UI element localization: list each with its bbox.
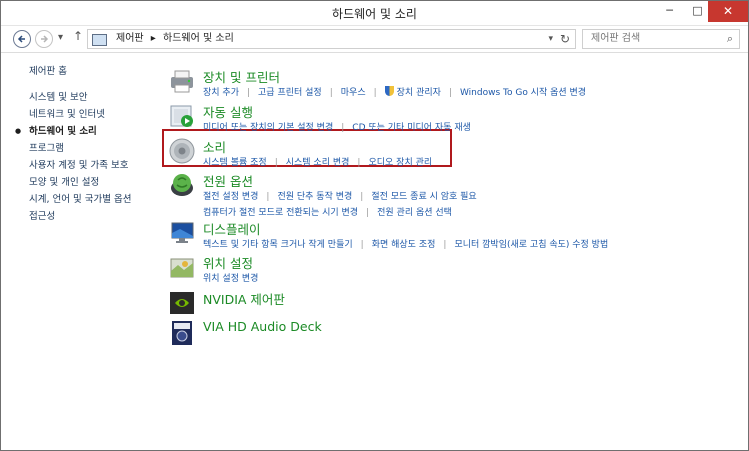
link-require-password[interactable]: 절전 모드 종료 시 암호 필요 <box>371 192 476 202</box>
category-title[interactable]: 소리 <box>203 137 226 156</box>
link-power-button[interactable]: 전원 단추 동작 변경 <box>277 192 352 202</box>
category-title[interactable]: 디스플레이 <box>203 219 261 238</box>
link-advanced-printer[interactable]: 고급 프린터 설정 <box>258 88 322 98</box>
category-links: 위치 설정 변경 <box>203 271 258 287</box>
category-links: 장치 추가 | 고급 프린터 설정 | 마우스 | 장치 관리자 | Windows To Go… <box>203 86 587 98</box>
link-text-size[interactable]: 텍스트 및 기타 항목 크거나 작게 만들기 <box>203 240 353 250</box>
refresh-icon[interactable]: ↻ <box>560 30 570 48</box>
autoplay-icon <box>170 105 193 127</box>
forward-arrow-icon <box>41 35 49 43</box>
category-links: 시스템 볼륨 조정 | 시스템 소리 변경 | 오디오 장치 관리 <box>203 158 433 168</box>
via-audio-icon <box>172 321 192 345</box>
link-manage-audio[interactable]: 오디오 장치 관리 <box>368 158 432 168</box>
location-icon <box>170 258 194 278</box>
recent-locations-button[interactable]: ▾ <box>58 32 63 43</box>
speaker-icon <box>169 138 195 164</box>
sidebar-item-appearance[interactable]: 모양 및 개인 설정 <box>29 174 159 191</box>
forward-button[interactable] <box>35 30 53 48</box>
close-button[interactable]: ✕ <box>708 1 748 22</box>
link-refresh-rate[interactable]: 모니터 깜박임(새로 고침 속도) 수정 방법 <box>454 240 608 250</box>
category-links: 미디어 또는 장치의 기본 설정 변경 | CD 또는 기타 미디어 자동 재생 <box>203 123 471 133</box>
link-sleep-timing[interactable]: 컴퓨터가 절전 모드로 전환되는 시기 변경 <box>203 208 358 218</box>
sidebar-item-system-security[interactable]: 시스템 및 보안 <box>29 89 159 106</box>
link-mouse[interactable]: 마우스 <box>341 88 366 98</box>
title-bar: 하드웨어 및 소리 ─ □ ✕ <box>1 1 748 26</box>
breadcrumb-control-panel[interactable]: 제어판 <box>116 33 144 44</box>
link-power-plan[interactable]: 전원 관리 옵션 선택 <box>377 208 452 218</box>
power-icon <box>171 174 193 196</box>
printer-icon <box>171 70 193 93</box>
address-dropdown-icon[interactable]: ▾ <box>548 30 553 48</box>
link-device-manager[interactable]: 장치 관리자 <box>397 88 441 98</box>
link-adjust-volume[interactable]: 시스템 볼륨 조정 <box>203 158 267 168</box>
back-button[interactable] <box>13 30 31 48</box>
minimize-button[interactable]: ─ <box>656 1 683 22</box>
sidebar: 제어판 홈 시스템 및 보안 네트워크 및 인터넷 하드웨어 및 소리 프로그램… <box>15 63 159 225</box>
window-title: 하드웨어 및 소리 <box>332 7 417 21</box>
control-panel-window: 하드웨어 및 소리 ─ □ ✕ ▾ ↑ 제어판 ▸ 하드웨어 및 소리 ▾ ↻ … <box>0 0 749 451</box>
link-change-sounds[interactable]: 시스템 소리 변경 <box>286 158 350 168</box>
link-cd-autoplay[interactable]: CD 또는 기타 미디어 자동 재생 <box>352 123 471 133</box>
display-icon <box>171 222 194 243</box>
link-media-defaults[interactable]: 미디어 또는 장치의 기본 설정 변경 <box>203 123 333 133</box>
uac-shield-icon <box>384 86 394 96</box>
sidebar-item-accessibility[interactable]: 접근성 <box>29 208 159 225</box>
category-title[interactable]: 위치 설정 <box>203 253 253 272</box>
breadcrumb: 제어판 ▸ 하드웨어 및 소리 <box>116 30 238 48</box>
sidebar-item-network[interactable]: 네트워크 및 인터넷 <box>29 106 159 123</box>
up-button[interactable]: ↑ <box>73 29 83 43</box>
search-icon[interactable]: ⌕ <box>727 30 733 48</box>
sidebar-item-clock-language[interactable]: 시계, 언어 및 국가별 옵션 <box>29 191 159 208</box>
link-location-settings[interactable]: 위치 설정 변경 <box>203 274 258 284</box>
category-title[interactable]: 전원 옵션 <box>203 171 253 190</box>
search-input[interactable] <box>589 32 718 45</box>
sidebar-item-programs[interactable]: 프로그램 <box>29 140 159 157</box>
nvidia-icon <box>170 292 194 314</box>
sidebar-item-hardware-sound[interactable]: 하드웨어 및 소리 <box>15 123 159 140</box>
link-sleep-settings[interactable]: 절전 설정 변경 <box>203 192 258 202</box>
computer-icon <box>92 34 107 46</box>
category-title[interactable]: 자동 실행 <box>203 102 253 121</box>
category-title[interactable]: VIA HD Audio Deck <box>203 319 322 334</box>
category-title[interactable]: 장치 및 프린터 <box>203 67 280 86</box>
category-links: 텍스트 및 기타 항목 크거나 작게 만들기 | 화면 해상도 조정 | 모니터 깜박임… <box>203 240 609 250</box>
breadcrumb-separator-icon[interactable]: ▸ <box>151 33 156 44</box>
sidebar-home-link[interactable]: 제어판 홈 <box>29 63 159 77</box>
back-arrow-icon <box>17 35 25 43</box>
category-links: 절전 설정 변경 | 전원 단추 동작 변경 | 절전 모드 종료 시 암호 필요 컴퓨터… <box>203 192 477 218</box>
link-resolution[interactable]: 화면 해상도 조정 <box>372 240 436 250</box>
navigation-bar: ▾ ↑ 제어판 ▸ 하드웨어 및 소리 ▾ ↻ ⌕ <box>1 26 748 53</box>
maximize-button[interactable]: □ <box>684 1 711 22</box>
search-box[interactable]: ⌕ <box>582 29 740 49</box>
category-title[interactable]: NVIDIA 제어판 <box>203 289 285 308</box>
breadcrumb-hardware-sound[interactable]: 하드웨어 및 소리 <box>163 33 234 44</box>
link-windows-to-go[interactable]: Windows To Go 시작 옵션 변경 <box>460 88 586 98</box>
address-bar[interactable]: 제어판 ▸ 하드웨어 및 소리 ▾ ↻ <box>87 29 576 49</box>
sidebar-item-user-accounts[interactable]: 사용자 계정 및 가족 보호 <box>29 157 159 174</box>
link-add-device[interactable]: 장치 추가 <box>203 88 239 98</box>
